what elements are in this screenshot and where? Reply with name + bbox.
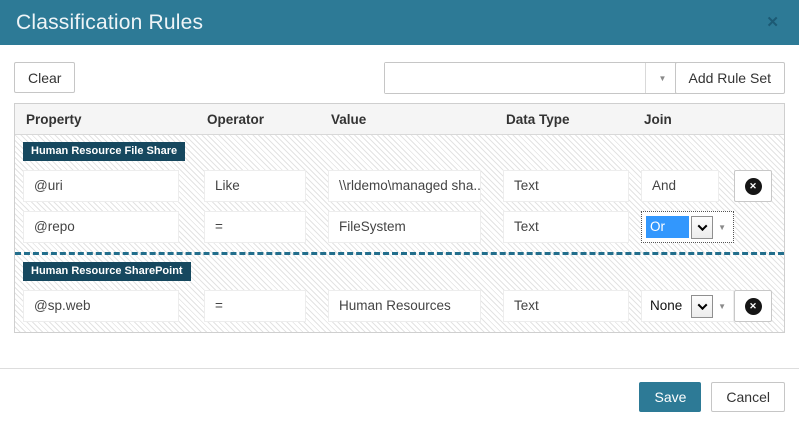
rules-table: Property Operator Value Data Type Join H… xyxy=(14,103,785,333)
chevron-down-icon xyxy=(697,300,707,310)
dropdown-arrow-icon[interactable]: ▼ xyxy=(713,223,729,232)
rule-group-badge-file-share: Human Resource File Share xyxy=(23,142,185,161)
cancel-button[interactable]: Cancel xyxy=(711,382,785,412)
delete-rule-button[interactable]: ✕ xyxy=(734,170,772,202)
join-select[interactable]: None ▼ xyxy=(641,290,734,322)
join-selected-value: None xyxy=(646,295,689,317)
table-body: Human Resource File Share @uri Like \\rl… xyxy=(15,135,784,332)
add-rule-set-button[interactable]: Add Rule Set xyxy=(675,62,786,94)
property-field[interactable]: @sp.web xyxy=(23,290,179,322)
chevron-down-icon xyxy=(697,221,707,231)
operator-field[interactable]: = xyxy=(204,290,306,322)
column-header-data-type: Data Type xyxy=(503,112,641,127)
operator-field[interactable]: Like xyxy=(204,170,306,202)
dialog-footer: Save Cancel xyxy=(0,368,799,425)
column-header-property: Property xyxy=(23,112,204,127)
value-field[interactable]: FileSystem xyxy=(328,211,481,243)
column-header-operator: Operator xyxy=(204,112,328,127)
table-header-row: Property Operator Value Data Type Join xyxy=(15,104,784,135)
select-chevron-icon[interactable] xyxy=(691,216,713,239)
column-header-value: Value xyxy=(328,112,503,127)
delete-icon: ✕ xyxy=(745,178,762,195)
toolbar: Clear ▼ Add Rule Set xyxy=(14,62,785,94)
value-field[interactable]: \\rldemo\managed sha... xyxy=(328,170,481,202)
data-type-field[interactable]: Text xyxy=(503,211,629,243)
table-row: @repo = FileSystem Text Or ▼ xyxy=(15,211,784,243)
property-field[interactable]: @repo xyxy=(23,211,179,243)
data-type-field[interactable]: Text xyxy=(503,290,629,322)
ruleset-combobox[interactable]: ▼ xyxy=(384,62,680,94)
ruleset-combobox-input[interactable] xyxy=(385,63,645,93)
property-field[interactable]: @uri xyxy=(23,170,179,202)
combobox-dropdown-icon[interactable]: ▼ xyxy=(645,63,679,93)
table-row: @uri Like \\rldemo\managed sha... Text A… xyxy=(15,170,784,202)
rule-group-badge-sharepoint: Human Resource SharePoint xyxy=(23,262,191,281)
dropdown-arrow-icon[interactable]: ▼ xyxy=(713,302,729,311)
table-row: @sp.web = Human Resources Text None ▼ ✕ xyxy=(15,290,784,322)
save-button[interactable]: Save xyxy=(639,382,701,412)
join-field[interactable]: And xyxy=(641,170,719,202)
column-header-join: Join xyxy=(641,112,734,127)
value-field[interactable]: Human Resources xyxy=(328,290,481,322)
delete-rule-button[interactable]: ✕ xyxy=(734,290,772,322)
delete-icon: ✕ xyxy=(745,298,762,315)
join-select[interactable]: Or ▼ xyxy=(641,211,734,243)
operator-field[interactable]: = xyxy=(204,211,306,243)
clear-button[interactable]: Clear xyxy=(14,62,75,93)
dialog-titlebar: Classification Rules ✕ xyxy=(0,0,799,45)
select-chevron-icon[interactable] xyxy=(691,295,713,318)
join-selected-value: Or xyxy=(646,216,689,238)
page-title: Classification Rules xyxy=(16,11,762,35)
close-icon[interactable]: ✕ xyxy=(762,13,783,32)
data-type-field[interactable]: Text xyxy=(503,170,629,202)
